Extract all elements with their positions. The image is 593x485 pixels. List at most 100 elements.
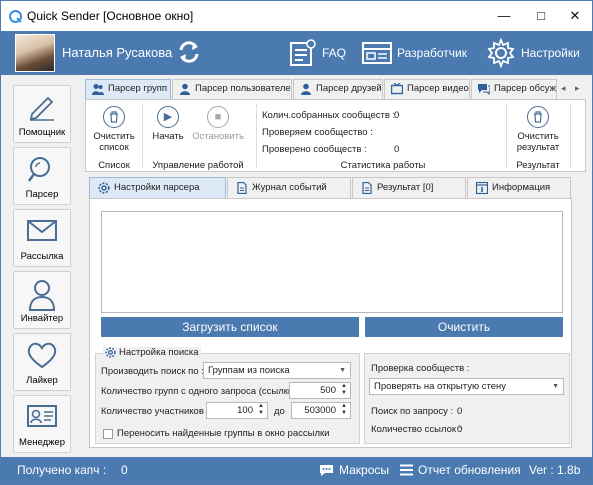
tab-label: Парсер групп — [108, 83, 168, 94]
developer-button[interactable]: Разработчик — [361, 35, 467, 71]
members-to-input[interactable]: 503000 ▲ ▼ — [291, 402, 351, 419]
update-report-button[interactable]: Отчет обновления — [400, 463, 521, 477]
main-window: Quick Sender [Основное окно] — □ ✕ Натал… — [0, 0, 593, 485]
tab-discussion-parser[interactable]: Парсер обсужд — [471, 79, 557, 99]
update-report-label: Отчет обновления — [418, 463, 521, 477]
stop-button[interactable]: ■ Остановить — [190, 106, 246, 142]
groups-per-request-input[interactable]: 500 ▲ ▼ — [289, 382, 351, 399]
developer-label: Разработчик — [397, 46, 467, 60]
members-from-input[interactable]: 100 ▲ ▼ — [206, 402, 268, 419]
spin-arrows-icon[interactable]: ▲ ▼ — [256, 403, 266, 418]
tab-video-parser[interactable]: Парсер видео — [384, 79, 470, 99]
status-bar: Получено капч : 0 Макросы Отчет обновлен… — [1, 457, 592, 484]
members-to-label: до — [274, 406, 285, 417]
id-card-icon — [27, 405, 57, 427]
sidebar-item-parser[interactable]: Парсер — [13, 147, 71, 205]
browser-window-icon — [362, 42, 392, 64]
stat-collected-value: 0 — [394, 110, 400, 121]
load-list-button[interactable]: Загрузить список — [101, 317, 359, 337]
tab-friends-parser[interactable]: Парсер друзей — [293, 79, 383, 99]
avatar[interactable] — [15, 34, 55, 72]
check-communities-select[interactable]: Проверять на открытую стену ▼ — [369, 378, 564, 395]
users-icon — [92, 84, 104, 95]
sidebar-item-manager[interactable]: Менеджер — [13, 395, 71, 453]
sidebar-item-liker[interactable]: Лайкер — [13, 333, 71, 391]
clear-result-label-1: Очистить — [517, 131, 559, 142]
sidebar-item-inviter[interactable]: Инвайтер — [13, 271, 71, 329]
tabs-scroll-left-icon[interactable]: ◂ — [561, 83, 566, 94]
macros-button[interactable]: Макросы — [319, 463, 389, 477]
minimize-button[interactable]: — — [491, 5, 517, 27]
ribbon-toolbar: Очистить список Список ▶ Начать ■ Остано… — [85, 99, 586, 172]
settings-label: Настройки — [521, 46, 580, 60]
group-list-textarea[interactable] — [101, 211, 563, 313]
envelope-icon — [27, 220, 57, 241]
captcha-count-value: 0 — [121, 463, 128, 477]
captcha-count-label: Получено капч : — [17, 463, 107, 477]
maximize-button[interactable]: □ — [528, 5, 554, 27]
document-icon — [362, 182, 372, 194]
refresh-icon[interactable] — [176, 39, 202, 65]
tabs-scroll-right-icon[interactable]: ▸ — [575, 83, 580, 94]
user-name[interactable]: Наталья Русакова — [62, 45, 172, 60]
tab-label: Результат [0] — [377, 182, 434, 193]
transfer-groups-checkbox[interactable] — [103, 429, 113, 439]
spin-arrows-icon[interactable]: ▲ ▼ — [339, 383, 349, 398]
tab-event-log[interactable]: Журнал событий — [227, 177, 351, 199]
search-by-request-label: Поиск по запросу : — [371, 406, 454, 417]
sidebar-item-assistant[interactable]: Помощник — [13, 85, 71, 143]
groups-per-request-value: 500 — [320, 385, 336, 396]
trash-icon — [527, 106, 549, 128]
clear-result-button[interactable]: Очистить результат — [510, 106, 566, 153]
person-icon — [28, 280, 56, 311]
tab-result[interactable]: Результат [0] — [352, 177, 466, 199]
check-communities-value: Проверять на открытую стену — [374, 381, 506, 392]
stop-icon: ■ — [207, 106, 229, 128]
tab-label: Журнал событий — [252, 182, 327, 193]
header-bar: Наталья Русакова FAQ Разработчик Настрой… — [1, 31, 592, 75]
version-label: Ver : 1.8b — [529, 463, 581, 477]
app-logo-icon — [9, 10, 22, 23]
chevron-down-icon: ▼ — [552, 383, 559, 390]
menu-lines-icon — [400, 464, 413, 476]
search-by-label: Производить поиск по : — [101, 366, 204, 377]
tab-label: Парсер друзей — [316, 83, 382, 94]
search-by-select[interactable]: Группам из поиска ▼ — [203, 362, 351, 379]
group-label-stats: Статистика работы — [340, 160, 426, 171]
search-settings-title: Настройка поиска — [103, 347, 201, 358]
start-button[interactable]: ▶ Начать — [148, 106, 188, 142]
sidebar-item-label: Помощник — [18, 127, 66, 138]
sidebar: Помощник Парсер Рассылка Инвайтер Лайкер… — [6, 79, 78, 455]
stop-label: Остановить — [192, 131, 244, 142]
tab-group-parser[interactable]: Парсер групп — [85, 79, 171, 99]
spin-arrows-icon[interactable]: ▲ ▼ — [339, 403, 349, 418]
sidebar-item-label: Инвайтер — [20, 313, 64, 324]
members-label: Количество участников : — [101, 406, 210, 417]
search-settings-title-label: Настройка поиска — [119, 347, 199, 358]
tab-label: Парсер видео — [407, 83, 469, 94]
close-button[interactable]: ✕ — [562, 5, 588, 27]
faq-button[interactable]: FAQ — [288, 35, 346, 71]
sidebar-item-label: Менеджер — [18, 437, 66, 448]
group-label-list: Список — [98, 160, 130, 171]
sidebar-item-mailing[interactable]: Рассылка — [13, 209, 71, 267]
tv-icon — [391, 83, 403, 95]
tab-parser-settings[interactable]: Настройки парсера — [89, 177, 226, 199]
tab-label: Настройки парсера — [114, 182, 200, 193]
ribbon-divider — [506, 104, 507, 168]
title-bar: Quick Sender [Основное окно] — □ ✕ — [1, 1, 592, 31]
play-icon: ▶ — [157, 106, 179, 128]
tab-user-parser[interactable]: Парсер пользователей — [172, 79, 292, 99]
group-label-result: Результат — [516, 160, 560, 171]
links-count-value: 0 — [457, 424, 463, 435]
settings-button[interactable]: Настройки — [485, 35, 580, 71]
ribbon-divider — [142, 104, 143, 168]
tab-label: Парсер пользователей — [195, 83, 292, 94]
search-by-request-value: 0 — [457, 406, 463, 417]
gear-icon — [105, 347, 116, 358]
parser-tabs: Парсер групп Парсер пользователей Парсер… — [85, 79, 586, 99]
clear-button[interactable]: Очистить — [365, 317, 563, 337]
tab-info[interactable]: Информация — [467, 177, 571, 199]
clear-list-button[interactable]: Очистить список — [90, 106, 138, 153]
pencil-icon — [29, 96, 54, 121]
